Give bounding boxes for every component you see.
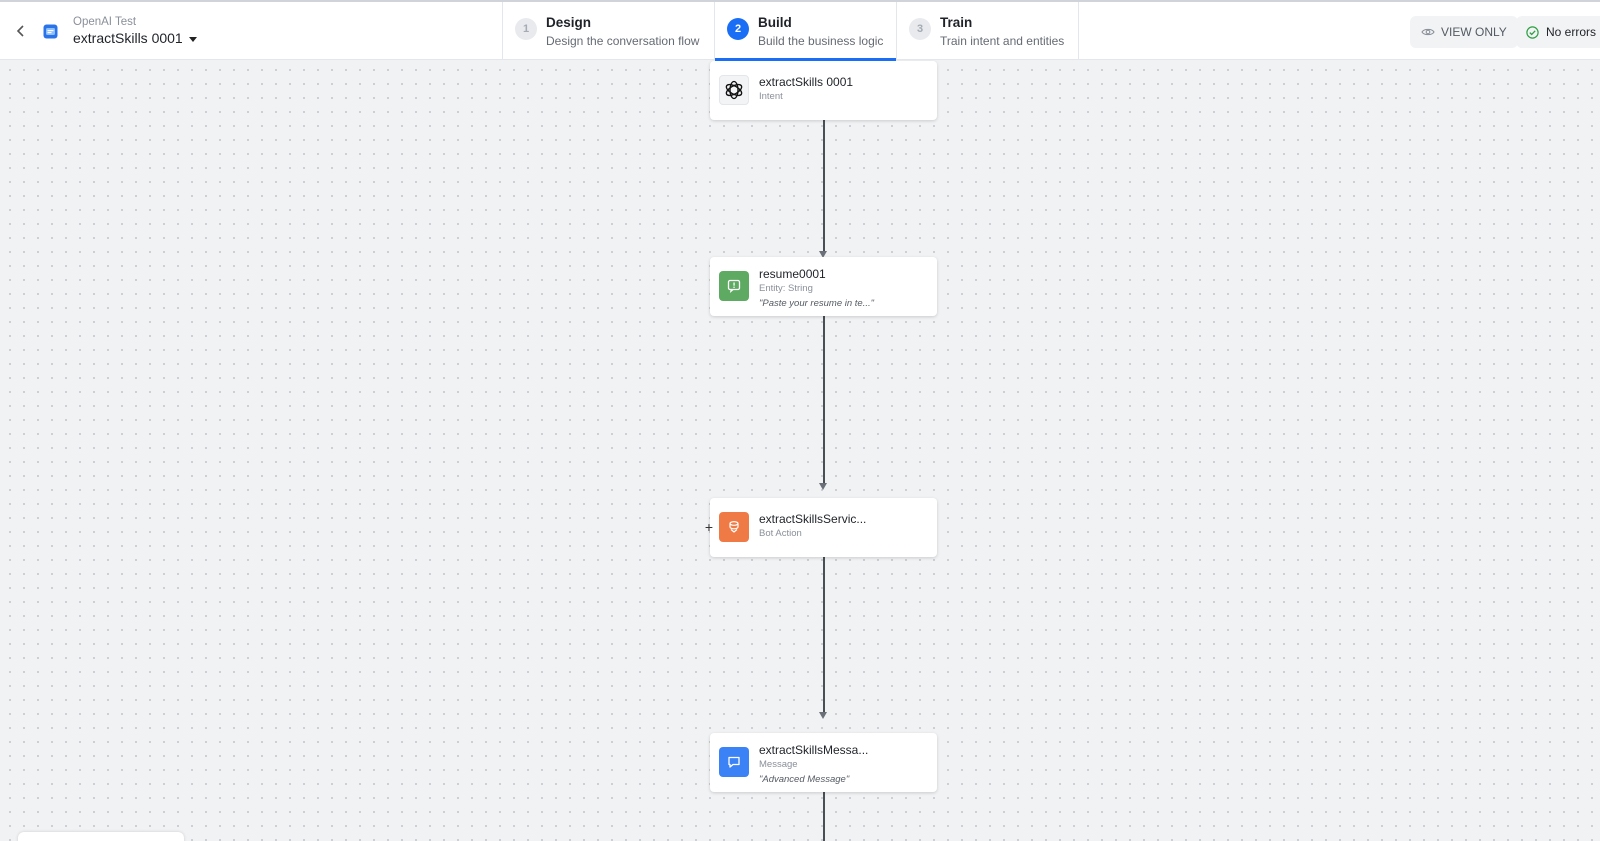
top-header: OpenAI Test extractSkills 0001 1 Design … [0, 0, 1600, 61]
node-title: resume0001 [759, 267, 826, 281]
arrow-head-icon [819, 483, 827, 490]
view-only-button[interactable]: VIEW ONLY [1410, 16, 1518, 48]
step-train-tab[interactable]: 3 Train Train intent and entities [897, 2, 1079, 60]
node-subtitle: Bot Action [759, 528, 802, 539]
node-title: extractSkillsMessa... [759, 743, 869, 757]
node-subtitle: Intent [759, 91, 783, 102]
step-title: Design [546, 15, 592, 30]
bot-name-label: extractSkills 0001 [73, 30, 183, 46]
node-title: extractSkills 0001 [759, 75, 854, 89]
step-subtitle: Build the business logic [758, 34, 884, 48]
eye-icon [1421, 28, 1435, 36]
node-title: extractSkillsServic... [759, 512, 867, 526]
flow-node-intent[interactable]: extractSkills 0001 Intent [710, 61, 937, 120]
bot-action-icon [719, 512, 749, 542]
message-icon [719, 747, 749, 777]
step-number: 1 [515, 18, 537, 40]
canvas-controls-panel[interactable] [18, 832, 184, 841]
bot-name-dropdown[interactable]: extractSkills 0001 [73, 30, 197, 46]
step-number: 3 [909, 18, 931, 40]
entity-prompt-icon [719, 271, 749, 301]
node-prompt-preview: "Paste your resume in te..." [759, 298, 874, 309]
step-subtitle: Design the conversation flow [546, 34, 700, 48]
step-number: 2 [727, 18, 749, 40]
step-subtitle: Train intent and entities [940, 34, 1065, 48]
flow-node-message[interactable]: extractSkillsMessa... Message "Advanced … [710, 733, 937, 792]
caret-down-icon [188, 37, 197, 42]
chevron-left-icon [16, 25, 24, 37]
step-title: Train [940, 15, 973, 30]
flow-edge [823, 119, 825, 253]
check-circle-icon [1526, 25, 1539, 39]
step-build-tab[interactable]: 2 Build Build the business logic [715, 2, 897, 61]
flow-canvas[interactable]: extractSkills 0001 Intent resume0001 Ent… [0, 60, 1600, 841]
flow-edge [823, 316, 825, 486]
bot-parent-name: OpenAI Test [73, 16, 137, 28]
add-node-plus-icon[interactable]: + [702, 520, 716, 534]
back-button[interactable] [12, 20, 30, 42]
errors-status-label: No errors [1546, 25, 1597, 39]
flow-node-entity[interactable]: resume0001 Entity: String "Paste your re… [710, 257, 937, 316]
node-subtitle: Message [759, 759, 798, 770]
step-design-tab[interactable]: 1 Design Design the conversation flow [503, 2, 715, 60]
bot-app-icon [43, 24, 58, 39]
flow-node-bot-action[interactable]: extractSkillsServic... Bot Action [710, 498, 937, 557]
node-message-preview: "Advanced Message" [759, 774, 850, 785]
flow-edge [823, 552, 825, 715]
step-title: Build [758, 15, 792, 30]
openai-icon [719, 75, 749, 105]
arrow-head-icon [819, 712, 827, 719]
build-steps: 1 Design Design the conversation flow 2 … [502, 2, 1079, 61]
errors-status-button[interactable]: No errors [1516, 16, 1600, 48]
node-subtitle: Entity: String [759, 283, 813, 294]
view-only-label: VIEW ONLY [1441, 25, 1507, 39]
